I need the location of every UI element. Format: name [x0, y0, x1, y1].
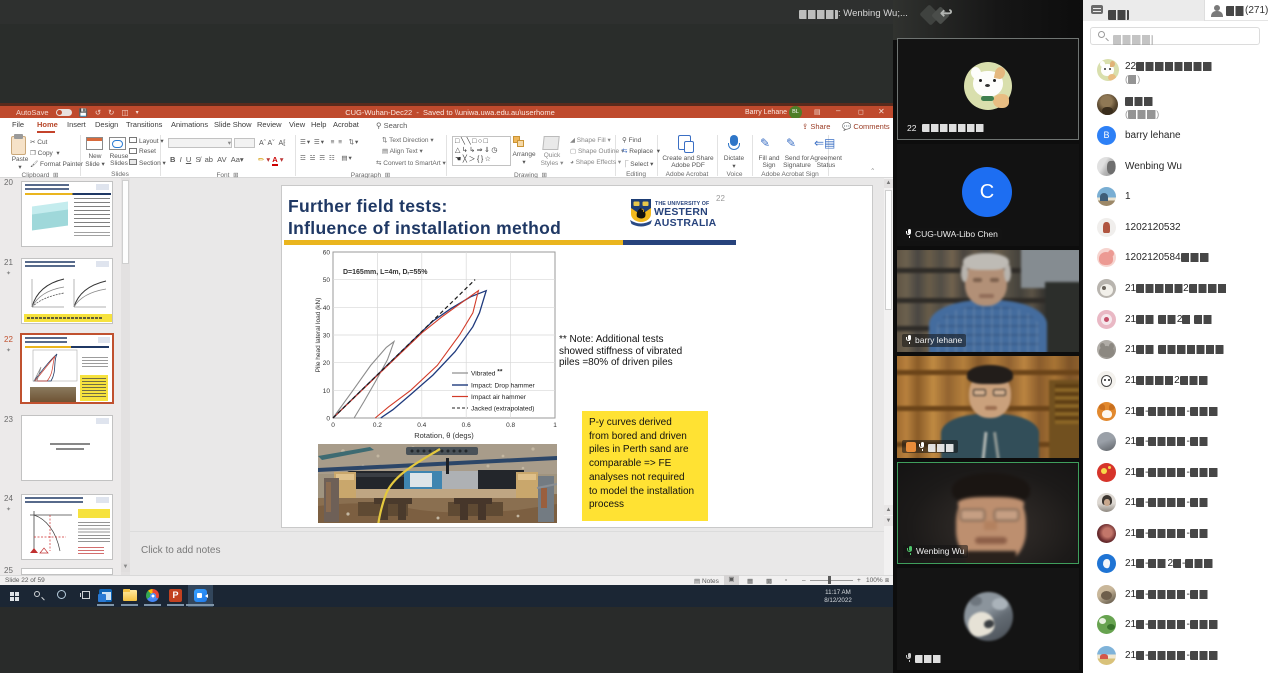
- svg-text:0.4: 0.4: [417, 422, 426, 429]
- svg-text:0: 0: [331, 422, 335, 429]
- svg-text:30: 30: [323, 333, 331, 340]
- svg-text:Impact air hammer: Impact air hammer: [471, 394, 527, 401]
- svg-text:D=165mm, L=4m, Dᵣ=55%: D=165mm, L=4m, Dᵣ=55%: [343, 269, 428, 276]
- svg-text:50: 50: [323, 277, 331, 284]
- svg-text:0.2: 0.2: [373, 422, 382, 429]
- svg-text:0.6: 0.6: [462, 422, 471, 429]
- svg-text:Jacked (extrapolated): Jacked (extrapolated): [471, 406, 534, 413]
- svg-text:10: 10: [323, 388, 331, 395]
- svg-text:Rotation, θ (degs): Rotation, θ (degs): [414, 431, 474, 440]
- svg-text:0: 0: [326, 416, 330, 423]
- svg-text:20: 20: [323, 360, 331, 367]
- svg-text:1: 1: [553, 422, 557, 429]
- svg-text:40: 40: [323, 305, 331, 312]
- svg-text:60: 60: [323, 250, 331, 257]
- svg-text:0.8: 0.8: [506, 422, 515, 429]
- svg-text:Pile head lateral load (kN): Pile head lateral load (kN): [315, 298, 322, 373]
- svg-text:Impact: Drop hammer: Impact: Drop hammer: [471, 383, 536, 390]
